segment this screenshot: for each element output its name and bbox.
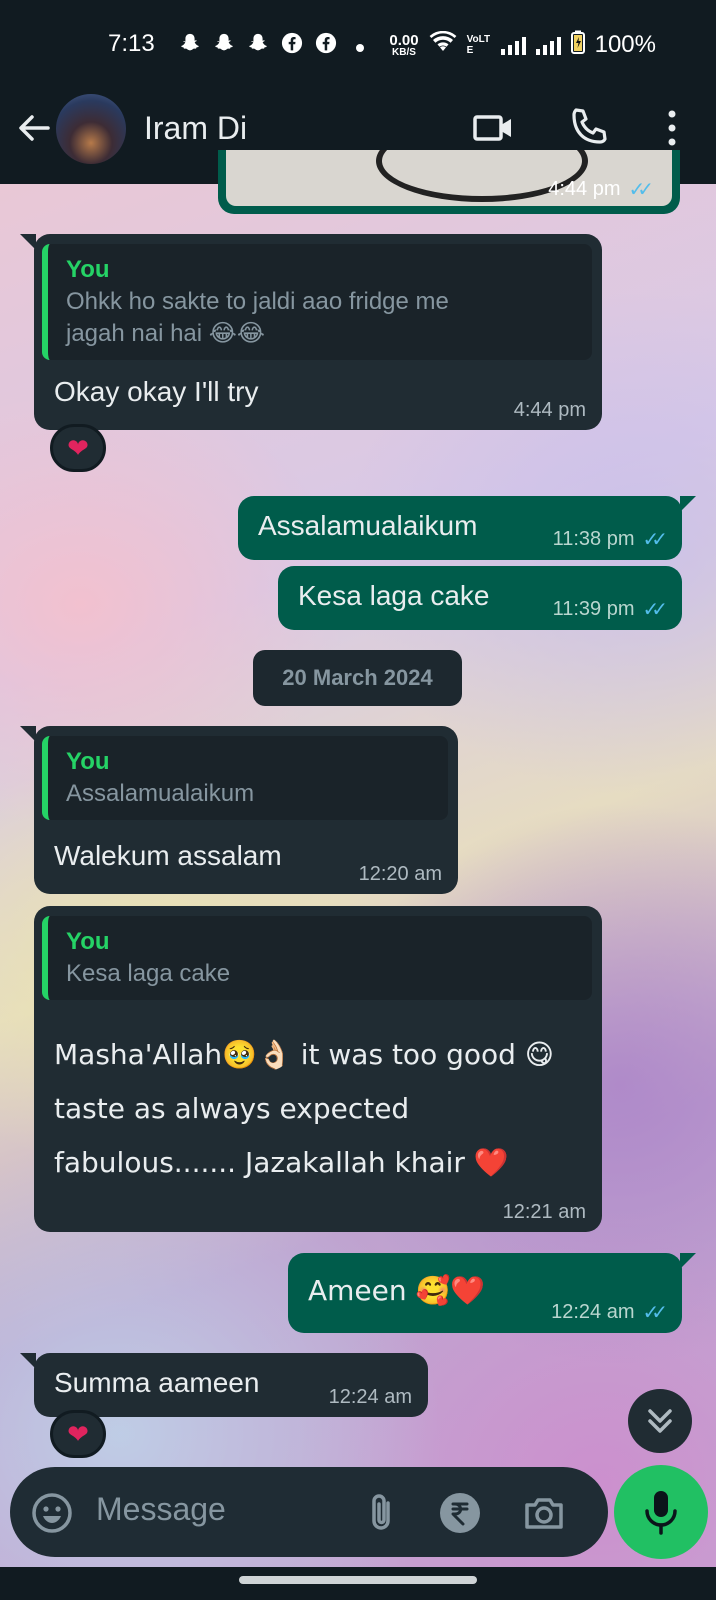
message-bubble-incoming[interactable]: You Assalamualaikum Walekum assalam 12:2… (20, 726, 458, 894)
heart-reaction[interactable]: ❤ (50, 424, 106, 472)
message-input[interactable]: Message (96, 1491, 226, 1528)
snapchat-icon (212, 32, 236, 60)
message-meta: 4:44 pm ✓✓ (548, 177, 654, 202)
message-meta: 12:24 am (329, 1386, 412, 1409)
phone-icon[interactable] (564, 104, 612, 152)
more-vert-icon[interactable] (648, 104, 696, 152)
message-text: Walekum assalam (54, 840, 282, 871)
quote-text: Assalamualaikum (66, 780, 255, 807)
read-ticks-icon: ✓✓ (628, 179, 653, 201)
message-time: 11:39 pm (552, 598, 635, 620)
status-time: 7:13 (108, 30, 155, 57)
double-chevron-down-icon (648, 1409, 672, 1433)
facebook-icon (280, 32, 304, 60)
rupee-payment-icon[interactable] (438, 1491, 482, 1535)
message-meta: 11:38 pm ✓✓ (552, 527, 668, 552)
quoted-message[interactable]: You Assalamualaikum (42, 736, 448, 820)
mic-icon (645, 1491, 677, 1535)
camera-icon[interactable] (522, 1491, 566, 1535)
message-meta: 11:39 pm ✓✓ (552, 597, 668, 622)
quote-text: Ohkk ho sakte to jaldi aao fridge me jag… (66, 288, 449, 347)
message-text: Assalamualaikum (258, 510, 478, 541)
message-text: Okay okay I'll try (54, 376, 259, 407)
message-bubble-outgoing[interactable]: Ameen 🥰❤️ 12:24 am ✓✓ (288, 1253, 696, 1333)
volte-icon: VoLTE (466, 34, 491, 56)
emoji-icon[interactable] (30, 1491, 74, 1535)
message-text: Ameen 🥰❤️ (308, 1274, 486, 1307)
image-message-partial[interactable]: 4:44 pm ✓✓ (218, 150, 680, 214)
message-bubble-incoming[interactable]: You Kesa laga cake Masha'Allah🥹👌🏻 it was… (34, 906, 602, 1232)
video-call-icon[interactable] (470, 104, 518, 152)
wifi-icon (429, 30, 457, 59)
contact-avatar[interactable] (56, 94, 126, 164)
message-text: Kesa laga cake (298, 580, 490, 611)
snapchat-icon (178, 32, 202, 60)
message-bubble-outgoing[interactable]: Kesa laga cake 11:39 pm ✓✓ (278, 566, 682, 630)
battery-icon (570, 30, 585, 60)
quote-author: You (66, 748, 110, 775)
snapchat-icon (246, 32, 270, 60)
message-composer[interactable]: Message (10, 1467, 608, 1557)
message-time: 12:21 am (502, 1201, 586, 1223)
facebook-icon (314, 32, 338, 60)
signal-strength-icon (500, 35, 526, 55)
message-meta: 4:44 pm (514, 399, 586, 422)
message-time: 12:24 am (328, 1386, 412, 1408)
scroll-to-bottom-button[interactable] (628, 1389, 692, 1453)
battery-percent: 100% (594, 31, 656, 58)
mic-button[interactable] (614, 1465, 708, 1559)
quoted-message[interactable]: You Ohkk ho sakte to jaldi aao fridge me… (42, 244, 592, 360)
system-nav-bar (0, 1567, 716, 1600)
heart-reaction[interactable]: ❤ (50, 1410, 106, 1458)
read-ticks-icon: ✓✓ (642, 1302, 667, 1324)
quote-text: Kesa laga cake (66, 960, 231, 987)
read-ticks-icon: ✓✓ (642, 529, 667, 551)
message-time: 12:20 am (358, 863, 442, 885)
network-speed: 0.00 KB/S (389, 33, 418, 58)
back-arrow-icon[interactable] (14, 108, 54, 148)
quote-author: You (66, 256, 110, 283)
date-separator: 20 March 2024 (253, 650, 462, 706)
message-text: Masha'Allah🥹👌🏻 it was too good 😋 taste a… (54, 1038, 554, 1179)
message-time: 4:44 pm (548, 178, 621, 200)
more-notifications-dot-icon (348, 33, 372, 59)
read-ticks-icon: ✓✓ (642, 599, 667, 621)
network-speed-value: 0.00 (389, 31, 419, 49)
message-meta: 12:20 am (359, 863, 442, 886)
quote-author: You (66, 928, 110, 955)
message-bubble-outgoing[interactable]: Assalamualaikum 11:38 pm ✓✓ (238, 496, 696, 560)
message-time: 4:44 pm (513, 399, 586, 421)
status-bar: 7:13 0.00 KB/S VoLTE 100% (0, 0, 716, 88)
notification-icons (178, 32, 372, 60)
signal-strength-icon (535, 35, 561, 55)
message-meta: 12:21 am (503, 1201, 586, 1224)
message-meta: 12:24 am ✓✓ (551, 1300, 668, 1325)
message-time: 12:24 am (551, 1301, 635, 1323)
message-text: Summa aameen (54, 1367, 260, 1398)
network-speed-unit: KB/S (392, 46, 416, 58)
message-bubble-incoming[interactable]: Summa aameen 12:24 am (20, 1353, 428, 1417)
message-bubble-incoming[interactable]: You Ohkk ho sakte to jaldi aao fridge me… (20, 234, 602, 430)
home-gesture-pill[interactable] (239, 1576, 477, 1584)
message-time: 11:38 pm (552, 528, 635, 550)
attach-icon[interactable] (360, 1491, 404, 1535)
quoted-message[interactable]: You Kesa laga cake (42, 916, 592, 1000)
status-right-icons: 0.00 KB/S VoLTE 100% (389, 30, 656, 60)
contact-name[interactable]: Iram Di (144, 110, 247, 147)
